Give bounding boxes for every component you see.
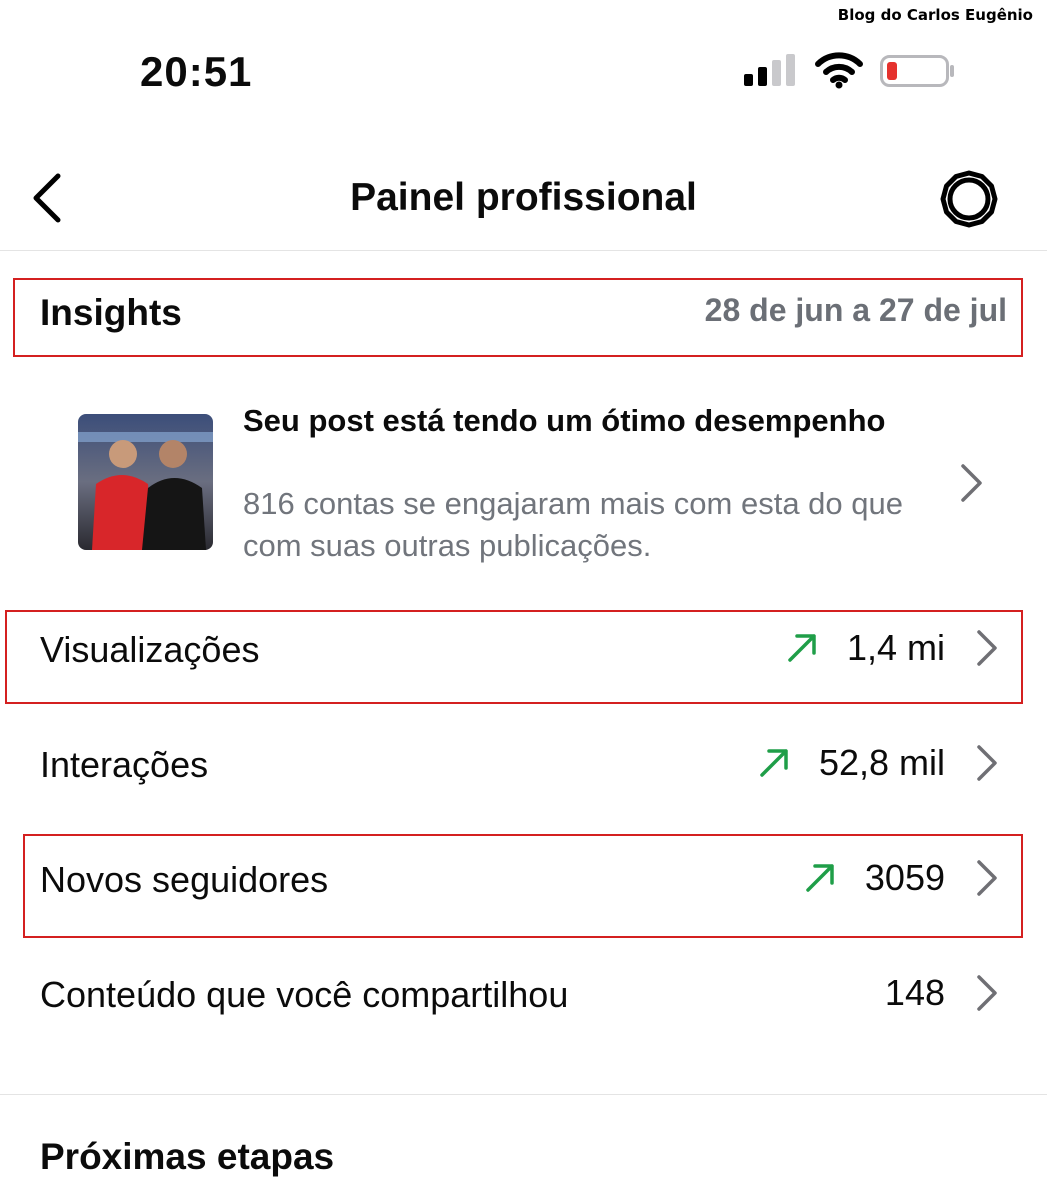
post-thumbnail-image <box>78 414 213 550</box>
post-card-description: 816 contas se engajaram mais com esta do… <box>243 486 903 563</box>
metric-row-visualizacoes[interactable]: Visualizações 1,4 mi <box>0 607 1047 697</box>
cellular-signal-icon <box>744 54 795 86</box>
chevron-right-icon <box>977 745 997 781</box>
section-divider <box>0 1094 1047 1095</box>
metric-label: Novos seguidores <box>40 859 329 900</box>
metric-row-interacoes[interactable]: Interações 52,8 mil <box>0 722 1047 812</box>
metric-label: Conteúdo que você compartilhou <box>40 974 569 1015</box>
status-time: 20:51 <box>140 48 253 95</box>
page-title: Painel profissional <box>350 176 697 219</box>
next-steps-title: Próximas etapas <box>40 1136 335 1177</box>
header-divider <box>0 250 1047 251</box>
trend-up-arrow-icon <box>760 749 788 777</box>
gear-icon[interactable] <box>938 168 1000 230</box>
metric-label: Interações <box>40 744 209 785</box>
metric-value: 1,4 mi <box>846 627 945 668</box>
chevron-right-icon <box>977 860 997 896</box>
insights-title: Insights <box>40 292 182 333</box>
insights-date-range[interactable]: 28 de jun a 27 de jul <box>705 292 1007 329</box>
trend-up-arrow-icon <box>806 864 834 892</box>
watermark-text: Blog do Carlos Eugênio <box>837 6 1033 24</box>
battery-low-icon <box>880 55 954 87</box>
metric-row-novos-seguidores[interactable]: Novos seguidores 3059 <box>0 837 1047 927</box>
metric-label: Visualizações <box>40 629 260 670</box>
chevron-right-icon <box>977 630 997 666</box>
metric-value: 52,8 mil <box>818 742 945 783</box>
wifi-icon <box>815 52 863 89</box>
post-card-title: Seu post está tendo um ótimo desempenho <box>243 403 886 438</box>
trend-up-arrow-icon <box>788 634 816 662</box>
metric-value: 3059 <box>864 857 945 898</box>
metric-row-conteudo-compartilhado[interactable]: Conteúdo que você compartilhou 148 <box>0 952 1047 1042</box>
chevron-right-icon <box>977 975 997 1011</box>
chevron-right-icon <box>961 464 982 502</box>
metric-value: 148 <box>884 972 945 1013</box>
